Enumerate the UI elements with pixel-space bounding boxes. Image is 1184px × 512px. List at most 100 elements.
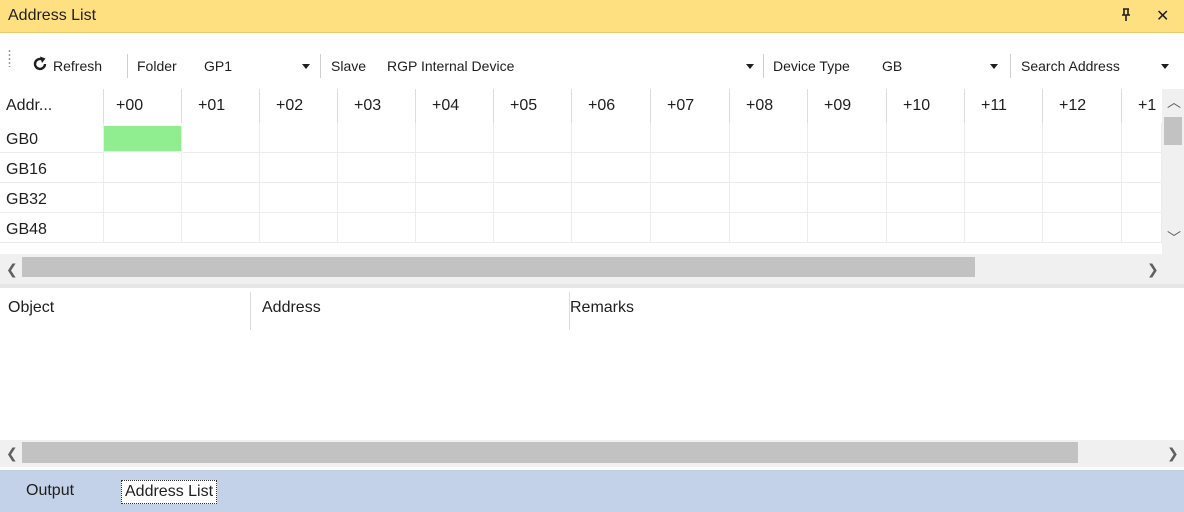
scroll-right-icon[interactable]: ❯ [1167,445,1179,462]
grid-cell[interactable] [1043,153,1122,183]
grid-cell[interactable] [808,213,887,243]
grid-header-address[interactable]: Addr... [0,89,104,123]
grid-cell[interactable] [494,183,572,213]
grid-cell[interactable] [338,213,416,243]
grid-cell[interactable] [416,153,494,183]
grid-cell[interactable] [572,213,651,243]
grid-cell[interactable] [730,123,808,153]
scroll-right-icon[interactable]: ❯ [1147,261,1159,278]
folder-select[interactable]: GP1 [204,57,232,75]
grid-cell[interactable] [1122,183,1162,213]
vertical-scroll-thumb[interactable] [1164,117,1182,145]
grid-cell[interactable] [572,183,651,213]
grid-header-column[interactable]: +08 [730,89,808,123]
grid-cell[interactable] [965,213,1043,243]
grid-header-column[interactable]: +12 [1043,89,1122,123]
grid-header-column[interactable]: +02 [260,89,338,123]
grid-cell[interactable] [651,183,730,213]
chevron-down-icon[interactable] [990,64,998,69]
slave-select[interactable]: RGP Internal Device [387,57,514,75]
chevron-down-icon[interactable] [302,64,310,69]
horizontal-scroll-thumb[interactable] [22,257,975,277]
grid-cell[interactable] [651,213,730,243]
grid-cell[interactable] [104,213,182,243]
grid-header-column[interactable]: +11 [965,89,1043,123]
grid-cell[interactable] [887,213,965,243]
grid-cell[interactable] [572,153,651,183]
list-header-object[interactable]: Object [0,289,250,333]
grid-cell[interactable] [104,183,182,213]
grid-cell[interactable] [494,213,572,243]
grid-cell[interactable] [416,213,494,243]
grid-cell[interactable] [730,153,808,183]
refresh-icon[interactable] [31,55,49,73]
grid-header-column[interactable]: +10 [887,89,965,123]
grid-cell[interactable] [730,213,808,243]
grid-header-label: +03 [354,97,382,114]
grid-cell[interactable] [260,123,338,153]
grid-cell[interactable] [651,153,730,183]
grid-cell[interactable] [887,183,965,213]
list-header-remarks[interactable]: Remarks [570,289,1184,333]
grid-cell[interactable] [572,123,651,153]
tab-output[interactable]: Output [26,482,74,500]
grid-cell[interactable] [887,153,965,183]
grid-header-column[interactable]: +01 [182,89,260,123]
grid-cell[interactable] [260,213,338,243]
chevron-down-icon[interactable] [746,64,754,69]
list-header-address[interactable]: Address [251,289,569,333]
grid-header-column[interactable]: +00 [104,89,182,123]
grid-cell[interactable] [260,153,338,183]
grid-header-column[interactable]: +09 [808,89,887,123]
grid-cell[interactable] [651,123,730,153]
grid-header-column[interactable]: +04 [416,89,494,123]
grid-cell[interactable] [1043,183,1122,213]
grid-cell[interactable] [1122,153,1162,183]
device-type-select[interactable]: GB [882,57,902,75]
grid-cell[interactable] [338,153,416,183]
grid-cell[interactable] [416,123,494,153]
grid-cell-selected[interactable] [104,126,182,152]
toolbar-grip[interactable] [8,49,11,67]
grid-cell[interactable] [338,183,416,213]
pin-icon[interactable] [1120,8,1132,25]
grid-cell[interactable] [104,153,182,183]
grid-cell[interactable] [965,123,1043,153]
grid-cell[interactable] [494,153,572,183]
grid-cell[interactable] [965,183,1043,213]
close-icon[interactable]: ✕ [1156,6,1169,26]
splitter[interactable] [0,284,1184,288]
grid-cell[interactable] [965,153,1043,183]
grid-header-column[interactable]: +07 [651,89,730,123]
grid-header-column[interactable]: +05 [494,89,572,123]
grid-cell[interactable] [730,183,808,213]
scroll-left-icon[interactable]: ❮ [6,445,18,462]
grid-cell[interactable] [182,123,260,153]
grid-cell[interactable] [1122,213,1162,243]
grid-cell[interactable] [338,123,416,153]
refresh-button[interactable]: Refresh [53,57,102,75]
grid-cell[interactable] [808,183,887,213]
grid-cell[interactable] [808,123,887,153]
grid-cell[interactable] [494,123,572,153]
tab-address-list[interactable]: Address List [121,480,218,504]
scroll-down-icon[interactable]: ﹀ [1167,228,1181,248]
grid-cell[interactable] [182,183,260,213]
grid-header-column[interactable]: +1 [1122,89,1162,123]
grid-cell[interactable] [182,213,260,243]
grid-header-column[interactable]: +06 [572,89,651,123]
grid-header-column[interactable]: +03 [338,89,416,123]
grid-cell[interactable] [887,123,965,153]
chevron-down-icon[interactable] [1161,64,1169,69]
grid-cell[interactable] [182,153,260,183]
grid-cell[interactable] [1122,123,1162,153]
grid-cell[interactable] [1043,213,1122,243]
scroll-up-icon[interactable]: ︿ [1167,92,1181,112]
grid-cell[interactable] [1043,123,1122,153]
grid-cell[interactable] [808,153,887,183]
grid-cell[interactable] [416,183,494,213]
grid-cell[interactable] [260,183,338,213]
scroll-left-icon[interactable]: ❮ [6,261,18,278]
horizontal-scroll-thumb[interactable] [22,442,1078,463]
search-address-button[interactable]: Search Address [1021,57,1120,75]
